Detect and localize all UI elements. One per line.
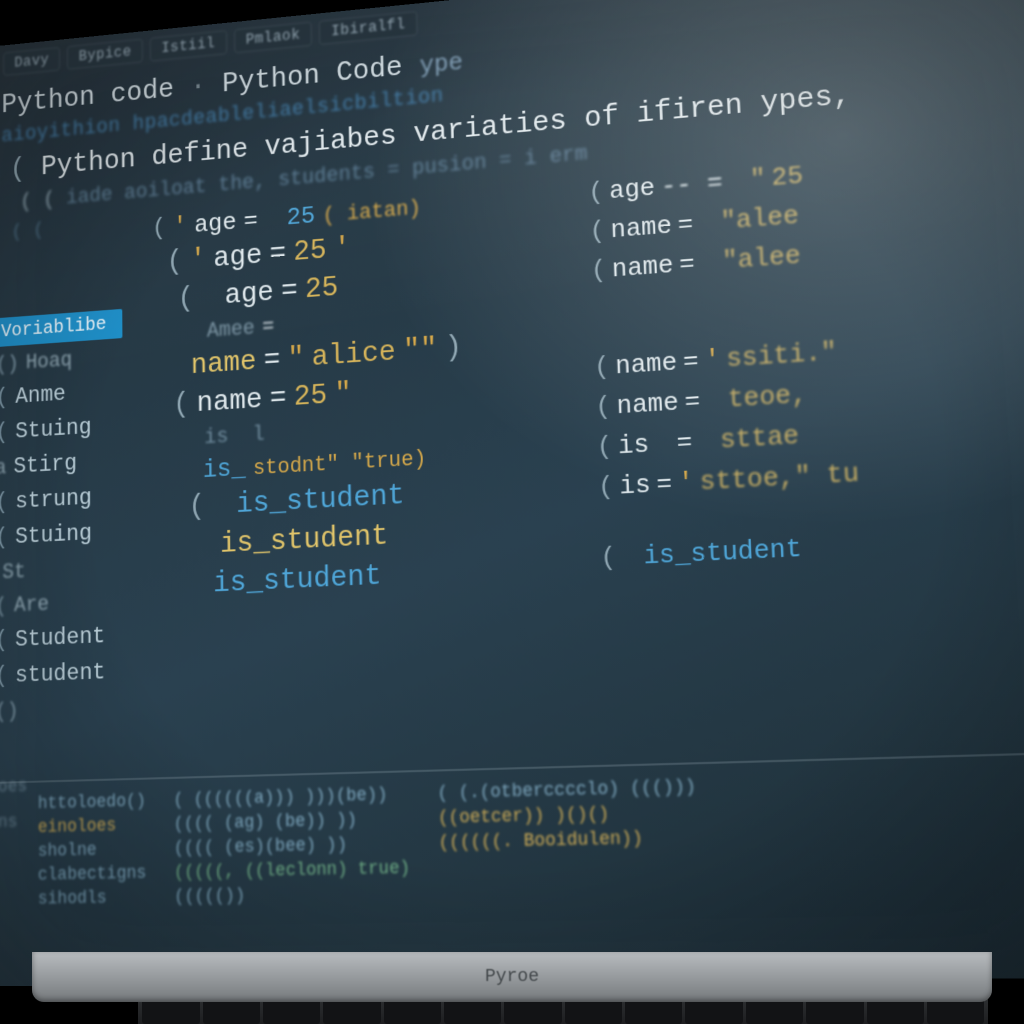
- right-line-7: ( is ='sttoe," tu: [598, 458, 860, 503]
- sidebar-item-8[interactable]: Student: [15, 624, 105, 654]
- laptop-bezel: Pyroe: [32, 952, 992, 1002]
- bottom-code-zone: httoloedo() einoloes sholne clabectigns …: [38, 777, 700, 910]
- code-main[interactable]: (' age= 25 ( iatan) (' age = 25' ( age =…: [152, 189, 468, 604]
- sidebar-item-3[interactable]: Stirg: [13, 451, 77, 480]
- sidebar-item-0[interactable]: Hoaq: [26, 348, 72, 375]
- sidebar-item-7[interactable]: Are: [14, 592, 49, 618]
- bottom-c-2: ((((((. Booidulen)): [438, 827, 698, 853]
- bottom-col-a: httoloedo() einoloes sholne clabectigns …: [38, 792, 147, 910]
- bottom-col-c: ( (.(otbercccclo) ((())) ((oetcer)) )()(…: [437, 777, 700, 904]
- bottom-b-4: ((((()): [174, 883, 411, 907]
- sidebar-item-4[interactable]: strung: [15, 485, 92, 515]
- right-line-4: ( name = 'ssiti.": [594, 336, 854, 383]
- bottom-c-1: ((oetcer)) )()(): [438, 802, 697, 829]
- right-line-5: ( name = teoe,: [595, 376, 856, 422]
- bottom-col-b: ( ((((((a))) )))(be)) (((( (ag) (be)) ))…: [173, 785, 410, 908]
- sidebar-item-9[interactable]: student: [15, 660, 106, 690]
- bottom-a-1: einoloes: [38, 816, 146, 838]
- left-micro-column: hioes aons: [0, 777, 27, 833]
- right-line-6: ( is = sttae: [596, 417, 857, 462]
- sidebar-item-6[interactable]: St: [2, 560, 25, 585]
- tab-0[interactable]: Davy: [3, 47, 60, 76]
- code-line-9: is_student: [213, 556, 468, 602]
- bottom-a-2: sholne: [38, 840, 146, 862]
- bottom-a-3: clabectigns: [38, 864, 147, 886]
- code-line-8: is_student: [220, 516, 467, 562]
- brand-label: Pyroe: [485, 967, 539, 987]
- bottom-c-0: ( (.(otbercccclo) ((())): [437, 777, 696, 804]
- tab-4[interactable]: Ibiralfl: [319, 11, 418, 45]
- bottom-b-3: (((((, ((leclonn) true): [174, 858, 410, 883]
- bottom-a-0: httoloedo(): [38, 792, 146, 815]
- right-line-8: ( is_student: [600, 530, 863, 573]
- tab-2[interactable]: Istiil: [150, 30, 227, 61]
- sidebar-header[interactable]: Voriablibe: [0, 309, 122, 348]
- bottom-a-4: sihodls: [38, 888, 147, 910]
- code-right[interactable]: ( age -- = "25 ( name = "alee ( name = "…: [588, 157, 863, 573]
- sidebar-item-1[interactable]: Anme: [15, 382, 66, 411]
- bottom-b-2: (((( (es)(bee) )): [174, 834, 410, 859]
- divider: [0, 751, 1024, 784]
- tab-3[interactable]: Pmlaok: [234, 22, 312, 54]
- editor-screen: Davy Bypice Istiil Pmlaok Ibiralfl Pytho…: [0, 0, 1024, 986]
- bottom-b-1: (((( (ag) (be)) )): [174, 809, 410, 835]
- title-sep: ·: [190, 71, 206, 104]
- right-line-3: ( name = "alee: [590, 237, 848, 286]
- title-suffix: ype: [419, 48, 463, 80]
- sidebar-item-5[interactable]: Stuing: [15, 521, 92, 551]
- sidebar-list: ()Hoaq (Anme (Stuing (aStirg (strung (St…: [0, 346, 106, 724]
- micro-left-1: aons: [0, 812, 27, 833]
- sidebar-item-2[interactable]: Stuing: [15, 415, 91, 445]
- bottom-b-0: ( ((((((a))) )))(be)): [173, 785, 408, 811]
- tab-1[interactable]: Bypice: [67, 39, 143, 70]
- blur-row-paren: ( (: [12, 220, 45, 244]
